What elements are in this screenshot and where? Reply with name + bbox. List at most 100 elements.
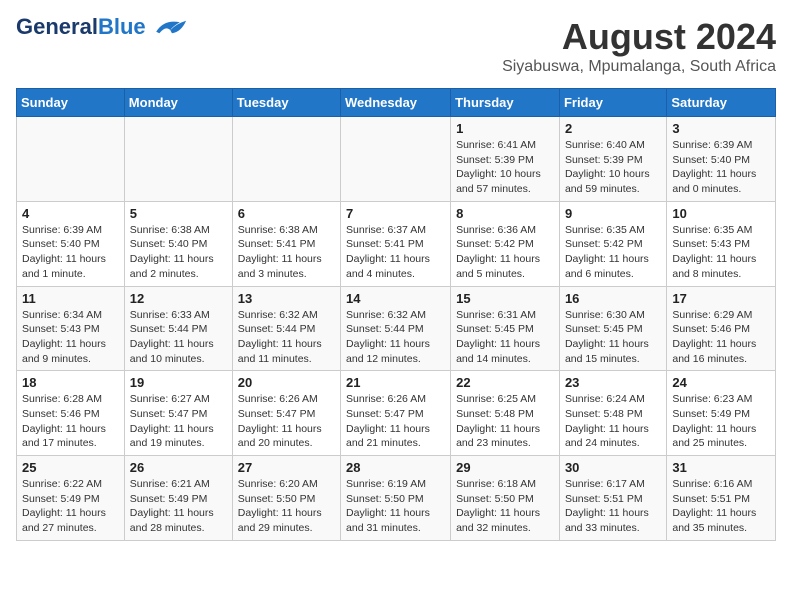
day-number: 5 bbox=[130, 206, 227, 221]
calendar-table: SundayMondayTuesdayWednesdayThursdayFrid… bbox=[16, 88, 776, 541]
calendar-cell: 10 Sunrise: 6:35 AM Sunset: 5:43 PM Dayli… bbox=[667, 201, 776, 286]
day-info: Sunrise: 6:28 AM Sunset: 5:46 PM Dayligh… bbox=[22, 392, 119, 451]
calendar-cell: 12 Sunrise: 6:33 AM Sunset: 5:44 PM Dayli… bbox=[124, 286, 232, 371]
day-number: 16 bbox=[565, 291, 661, 306]
day-info: Sunrise: 6:33 AM Sunset: 5:44 PM Dayligh… bbox=[130, 308, 227, 367]
day-number: 13 bbox=[238, 291, 335, 306]
logo-bird-icon bbox=[148, 16, 188, 38]
calendar-cell: 6Sunrise: 6:38 AM Sunset: 5:41 PM Daylig… bbox=[232, 201, 340, 286]
calendar-cell: 2 Sunrise: 6:40 AM Sunset: 5:39 PM Daylig… bbox=[559, 117, 666, 202]
header-wednesday: Wednesday bbox=[341, 89, 451, 117]
calendar-cell: 29 Sunrise: 6:18 AM Sunset: 5:50 PM Dayli… bbox=[451, 456, 560, 541]
day-info: Sunrise: 6:36 AM Sunset: 5:42 PM Dayligh… bbox=[456, 223, 554, 282]
day-number: 19 bbox=[130, 375, 227, 390]
calendar-subtitle: Siyabuswa, Mpumalanga, South Africa bbox=[502, 58, 776, 76]
page-header: GeneralBlue August 2024 Siyabuswa, Mpuma… bbox=[16, 16, 776, 76]
day-info: Sunrise: 6:20 AM Sunset: 5:50 PM Dayligh… bbox=[238, 477, 335, 536]
day-info: Sunrise: 6:16 AM Sunset: 5:51 PM Dayligh… bbox=[672, 477, 770, 536]
day-info: Sunrise: 6:29 AM Sunset: 5:46 PM Dayligh… bbox=[672, 308, 770, 367]
day-number: 1 bbox=[456, 121, 554, 136]
day-number: 7 bbox=[346, 206, 445, 221]
week-row-3: 11 Sunrise: 6:34 AM Sunset: 5:43 PM Dayli… bbox=[17, 286, 776, 371]
day-number: 24 bbox=[672, 375, 770, 390]
day-number: 11 bbox=[22, 291, 119, 306]
day-number: 28 bbox=[346, 460, 445, 475]
calendar-cell: 26 Sunrise: 6:21 AM Sunset: 5:49 PM Dayli… bbox=[124, 456, 232, 541]
day-info: Sunrise: 6:27 AM Sunset: 5:47 PM Dayligh… bbox=[130, 392, 227, 451]
calendar-cell: 3Sunrise: 6:39 AM Sunset: 5:40 PM Daylig… bbox=[667, 117, 776, 202]
day-info: Sunrise: 6:18 AM Sunset: 5:50 PM Dayligh… bbox=[456, 477, 554, 536]
day-number: 2 bbox=[565, 121, 661, 136]
calendar-cell bbox=[124, 117, 232, 202]
day-info: Sunrise: 6:32 AM Sunset: 5:44 PM Dayligh… bbox=[346, 308, 445, 367]
day-info: Sunrise: 6:21 AM Sunset: 5:49 PM Dayligh… bbox=[130, 477, 227, 536]
day-number: 9 bbox=[565, 206, 661, 221]
calendar-cell: 21Sunrise: 6:26 AM Sunset: 5:47 PM Dayli… bbox=[341, 371, 451, 456]
day-info: Sunrise: 6:23 AM Sunset: 5:49 PM Dayligh… bbox=[672, 392, 770, 451]
day-info: Sunrise: 6:31 AM Sunset: 5:45 PM Dayligh… bbox=[456, 308, 554, 367]
week-row-4: 18 Sunrise: 6:28 AM Sunset: 5:46 PM Dayli… bbox=[17, 371, 776, 456]
header-sunday: Sunday bbox=[17, 89, 125, 117]
calendar-cell: 28Sunrise: 6:19 AM Sunset: 5:50 PM Dayli… bbox=[341, 456, 451, 541]
day-number: 23 bbox=[565, 375, 661, 390]
calendar-cell: 8 Sunrise: 6:36 AM Sunset: 5:42 PM Daylig… bbox=[451, 201, 560, 286]
calendar-cell: 24 Sunrise: 6:23 AM Sunset: 5:49 PM Dayli… bbox=[667, 371, 776, 456]
calendar-cell: 1Sunrise: 6:41 AM Sunset: 5:39 PM Daylig… bbox=[451, 117, 560, 202]
calendar-cell bbox=[232, 117, 340, 202]
day-info: Sunrise: 6:35 AM Sunset: 5:42 PM Dayligh… bbox=[565, 223, 661, 282]
calendar-cell: 16 Sunrise: 6:30 AM Sunset: 5:45 PM Dayli… bbox=[559, 286, 666, 371]
day-number: 18 bbox=[22, 375, 119, 390]
week-row-5: 25Sunrise: 6:22 AM Sunset: 5:49 PM Dayli… bbox=[17, 456, 776, 541]
day-number: 25 bbox=[22, 460, 119, 475]
calendar-cell: 18 Sunrise: 6:28 AM Sunset: 5:46 PM Dayli… bbox=[17, 371, 125, 456]
day-info: Sunrise: 6:26 AM Sunset: 5:47 PM Dayligh… bbox=[346, 392, 445, 451]
day-number: 26 bbox=[130, 460, 227, 475]
logo-text: GeneralBlue bbox=[16, 16, 146, 38]
day-info: Sunrise: 6:25 AM Sunset: 5:48 PM Dayligh… bbox=[456, 392, 554, 451]
day-number: 20 bbox=[238, 375, 335, 390]
header-monday: Monday bbox=[124, 89, 232, 117]
day-number: 12 bbox=[130, 291, 227, 306]
week-row-2: 4 Sunrise: 6:39 AM Sunset: 5:40 PM Daylig… bbox=[17, 201, 776, 286]
calendar-cell: 20 Sunrise: 6:26 AM Sunset: 5:47 PM Dayli… bbox=[232, 371, 340, 456]
calendar-title: August 2024 bbox=[502, 16, 776, 58]
calendar-cell: 25Sunrise: 6:22 AM Sunset: 5:49 PM Dayli… bbox=[17, 456, 125, 541]
calendar-cell bbox=[341, 117, 451, 202]
day-info: Sunrise: 6:17 AM Sunset: 5:51 PM Dayligh… bbox=[565, 477, 661, 536]
calendar-cell: 27 Sunrise: 6:20 AM Sunset: 5:50 PM Dayli… bbox=[232, 456, 340, 541]
day-info: Sunrise: 6:39 AM Sunset: 5:40 PM Dayligh… bbox=[22, 223, 119, 282]
day-info: Sunrise: 6:24 AM Sunset: 5:48 PM Dayligh… bbox=[565, 392, 661, 451]
day-number: 15 bbox=[456, 291, 554, 306]
day-number: 31 bbox=[672, 460, 770, 475]
day-info: Sunrise: 6:38 AM Sunset: 5:41 PM Dayligh… bbox=[238, 223, 335, 282]
calendar-header-row: SundayMondayTuesdayWednesdayThursdayFrid… bbox=[17, 89, 776, 117]
logo: GeneralBlue bbox=[16, 16, 188, 38]
header-saturday: Saturday bbox=[667, 89, 776, 117]
day-info: Sunrise: 6:30 AM Sunset: 5:45 PM Dayligh… bbox=[565, 308, 661, 367]
day-number: 29 bbox=[456, 460, 554, 475]
day-number: 4 bbox=[22, 206, 119, 221]
day-info: Sunrise: 6:35 AM Sunset: 5:43 PM Dayligh… bbox=[672, 223, 770, 282]
calendar-cell: 17 Sunrise: 6:29 AM Sunset: 5:46 PM Dayli… bbox=[667, 286, 776, 371]
day-info: Sunrise: 6:40 AM Sunset: 5:39 PM Dayligh… bbox=[565, 138, 661, 197]
day-number: 17 bbox=[672, 291, 770, 306]
calendar-cell: 5 Sunrise: 6:38 AM Sunset: 5:40 PM Daylig… bbox=[124, 201, 232, 286]
day-number: 27 bbox=[238, 460, 335, 475]
day-info: Sunrise: 6:34 AM Sunset: 5:43 PM Dayligh… bbox=[22, 308, 119, 367]
calendar-cell: 22Sunrise: 6:25 AM Sunset: 5:48 PM Dayli… bbox=[451, 371, 560, 456]
day-number: 8 bbox=[456, 206, 554, 221]
calendar-cell: 19 Sunrise: 6:27 AM Sunset: 5:47 PM Dayli… bbox=[124, 371, 232, 456]
day-number: 14 bbox=[346, 291, 445, 306]
day-info: Sunrise: 6:38 AM Sunset: 5:40 PM Dayligh… bbox=[130, 223, 227, 282]
calendar-cell: 4 Sunrise: 6:39 AM Sunset: 5:40 PM Daylig… bbox=[17, 201, 125, 286]
header-tuesday: Tuesday bbox=[232, 89, 340, 117]
calendar-body: 1Sunrise: 6:41 AM Sunset: 5:39 PM Daylig… bbox=[17, 117, 776, 541]
title-area: August 2024 Siyabuswa, Mpumalanga, South… bbox=[502, 16, 776, 76]
day-number: 10 bbox=[672, 206, 770, 221]
day-info: Sunrise: 6:37 AM Sunset: 5:41 PM Dayligh… bbox=[346, 223, 445, 282]
calendar-cell: 14 Sunrise: 6:32 AM Sunset: 5:44 PM Dayli… bbox=[341, 286, 451, 371]
calendar-cell bbox=[17, 117, 125, 202]
calendar-cell: 23 Sunrise: 6:24 AM Sunset: 5:48 PM Dayli… bbox=[559, 371, 666, 456]
day-info: Sunrise: 6:26 AM Sunset: 5:47 PM Dayligh… bbox=[238, 392, 335, 451]
day-number: 30 bbox=[565, 460, 661, 475]
